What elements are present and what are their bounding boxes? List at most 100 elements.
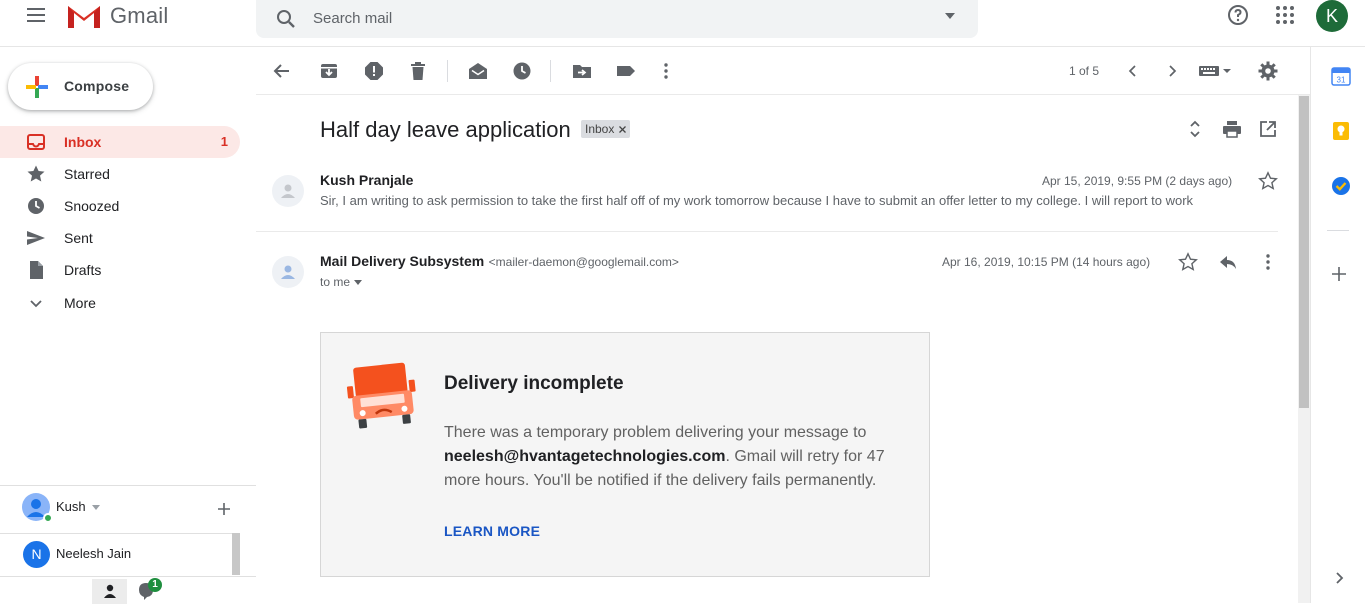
hangouts-user-name: Kush [56, 499, 86, 514]
message-date: Apr 15, 2019, 9:55 PM (2 days ago) [1042, 174, 1233, 188]
search-icon[interactable] [274, 7, 298, 31]
clock-icon [26, 196, 46, 216]
get-addons-plus-icon[interactable] [1331, 266, 1347, 282]
sender-line: Mail Delivery Subsystem <mailer-daemon@g… [320, 253, 679, 271]
sidebar-item-drafts[interactable]: Drafts [0, 254, 240, 286]
sidebar-item-sent[interactable]: Sent [0, 222, 240, 254]
compose-button[interactable]: Compose [8, 63, 153, 110]
hangouts-bottom-bar: 1 [0, 576, 256, 604]
draft-icon [26, 260, 46, 280]
recipient-label: to me [320, 275, 351, 289]
move-to-folder-icon[interactable] [572, 61, 592, 81]
caret-down-icon [354, 279, 363, 285]
learn-more-link[interactable]: LEARN MORE [444, 523, 540, 539]
sender-email: <mailer-daemon@googlemail.com> [488, 255, 679, 269]
sidebar-item-snoozed[interactable]: Snoozed [0, 190, 240, 222]
compose-label: Compose [64, 78, 130, 94]
side-panel-divider [1327, 230, 1349, 231]
contacts-tab[interactable] [92, 579, 127, 604]
sidebar-item-more[interactable]: More [0, 287, 240, 319]
new-conversation-plus-icon[interactable] [216, 501, 232, 517]
send-icon [26, 228, 46, 248]
star-outline-icon[interactable] [1178, 252, 1198, 272]
message-date: Apr 16, 2019, 10:15 PM (14 hours ago) [942, 255, 1151, 269]
older-chevron-right-icon[interactable] [1162, 61, 1182, 81]
google-apps-icon[interactable] [1273, 3, 1297, 27]
contact-name: Neelesh Jain [56, 546, 132, 561]
sidebar-item-inbox[interactable]: Inbox 1 [0, 126, 240, 158]
message-divider [256, 231, 1278, 232]
main-menu-icon[interactable] [24, 3, 48, 27]
more-options-vertical-icon[interactable] [656, 61, 676, 81]
sad-truck-icon [346, 361, 418, 431]
delivery-message-prefix: There was a temporary problem delivering… [444, 424, 867, 441]
recipient-details[interactable]: to me [320, 275, 363, 289]
message-snippet[interactable]: Sir, I am writing to ask permission to t… [320, 193, 1193, 208]
sidebar-item-starred[interactable]: Starred [0, 158, 240, 190]
search-options-dropdown-icon[interactable] [944, 12, 956, 20]
person-icon [103, 584, 116, 598]
star-outline-icon[interactable] [1258, 171, 1278, 191]
svg-text:31: 31 [1337, 76, 1346, 85]
account-avatar[interactable]: K [1316, 0, 1348, 32]
chevron-down-icon [26, 293, 46, 313]
open-new-window-icon[interactable] [1258, 119, 1278, 139]
delivery-message: There was a temporary problem delivering… [444, 421, 904, 493]
print-icon[interactable] [1222, 119, 1242, 139]
sidebar-item-label: Inbox [64, 134, 102, 150]
message-more-options-icon[interactable] [1258, 252, 1278, 272]
pagination-count: 1 of 5 [1069, 64, 1100, 78]
inbox-unread-count: 1 [220, 134, 228, 149]
failed-recipient-email: neelesh@hvantagetechnologies.com [444, 448, 726, 465]
search-bar[interactable]: Search mail [256, 0, 978, 38]
hangouts-user[interactable]: Kush [22, 493, 222, 523]
tasks-check-icon[interactable] [1331, 176, 1351, 196]
search-input[interactable]: Search mail [313, 10, 392, 27]
star-icon [26, 164, 46, 184]
inbox-icon [26, 132, 46, 152]
back-arrow-icon[interactable] [272, 61, 292, 81]
app-name: Gmail [110, 3, 169, 28]
show-side-panel-chevron-icon[interactable] [1331, 570, 1347, 586]
sidebar-item-label: More [64, 295, 96, 311]
help-icon[interactable] [1226, 3, 1250, 27]
sender-name[interactable]: Kush Pranjale [320, 172, 413, 188]
inbox-label-chip[interactable]: Inbox [581, 120, 631, 138]
gmail-logo[interactable]: Gmail [66, 2, 168, 30]
snooze-clock-icon[interactable] [512, 61, 532, 81]
sidebar-item-label: Snoozed [64, 198, 120, 214]
calendar-icon[interactable]: 31 [1331, 66, 1351, 86]
email-subject: Half day leave application [320, 117, 571, 142]
toolbar-separator [550, 60, 551, 82]
person-placeholder-icon [281, 265, 295, 279]
mark-unread-icon[interactable] [468, 61, 488, 81]
archive-icon[interactable] [319, 61, 339, 81]
main-scrollbar-thumb[interactable] [1299, 96, 1309, 408]
sender-name[interactable]: Mail Delivery Subsystem [320, 253, 484, 269]
label-chip-text: Inbox [585, 122, 615, 136]
settings-gear-icon[interactable] [1258, 61, 1278, 81]
delivery-status-card: Delivery incomplete There was a temporar… [320, 332, 930, 577]
compose-plus-icon [24, 74, 50, 100]
keep-bulb-icon[interactable] [1331, 121, 1351, 141]
expand-all-icon[interactable] [1185, 119, 1205, 139]
label-tag-icon[interactable] [616, 61, 636, 81]
sidebar-item-label: Drafts [64, 262, 102, 278]
person-placeholder-icon [281, 184, 295, 198]
delivery-title: Delivery incomplete [444, 373, 624, 394]
reply-arrow-icon[interactable] [1218, 252, 1238, 272]
gmail-m-icon [68, 6, 100, 28]
sender-avatar [272, 175, 304, 207]
contact-avatar: N [23, 541, 50, 568]
sidebar-item-label: Sent [64, 230, 93, 246]
contacts-scrollbar[interactable] [232, 533, 240, 575]
side-panel: 31 [1310, 47, 1365, 603]
report-spam-icon[interactable] [364, 61, 384, 81]
input-tools-keyboard-icon[interactable] [1198, 61, 1234, 81]
hangouts-contact[interactable]: N Neelesh Jain [0, 533, 240, 575]
newer-chevron-left-icon[interactable] [1123, 61, 1143, 81]
remove-label-x-icon[interactable] [619, 125, 627, 133]
toolbar-divider [256, 94, 1310, 95]
delete-trash-icon[interactable] [408, 61, 428, 81]
caret-down-icon[interactable] [92, 505, 100, 510]
